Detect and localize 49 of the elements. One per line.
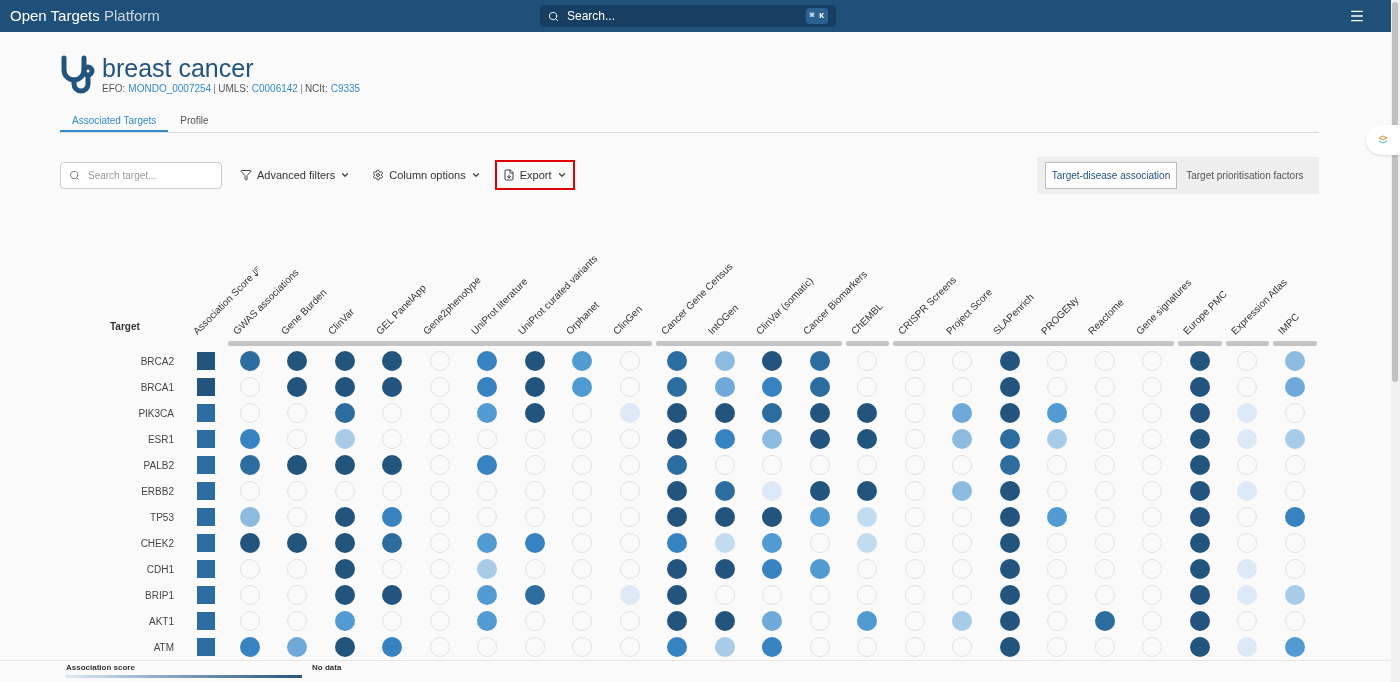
id-label: NCIt:: [304, 82, 328, 96]
caret-icon: [556, 170, 567, 180]
search-placeholder: Search target...: [88, 168, 157, 183]
target-name[interactable]: PIK3CA: [138, 405, 174, 421]
tab[interactable]: Profile: [168, 110, 221, 132]
column-header: Target: [110, 321, 140, 332]
toggle-option[interactable]: Target prioritisation factors: [1179, 161, 1311, 189]
target-name[interactable]: BRCA2: [140, 353, 174, 369]
column-group-bar: [1273, 340, 1317, 346]
target-name[interactable]: CDH1: [146, 561, 174, 577]
id-label: EFO:: [102, 82, 126, 96]
id-link[interactable]: C9335: [330, 82, 361, 96]
search-field[interactable]: Search... ⌘ K: [540, 5, 836, 27]
id-link[interactable]: MONDO_0007254: [128, 82, 212, 96]
legend-label: Association score: [66, 662, 136, 674]
target-name[interactable]: BRIP1: [145, 587, 174, 603]
column-group-bar: [1225, 340, 1269, 346]
caret-icon: [470, 170, 481, 180]
brand-name[interactable]: Open Targets: [10, 6, 100, 24]
id-link[interactable]: C0006142: [251, 82, 298, 96]
toolbar-button[interactable]: Column options: [364, 160, 489, 190]
shortcut-key: ⌘ K: [805, 8, 828, 24]
target-name[interactable]: ERBB2: [141, 483, 174, 499]
caret-icon: [340, 170, 351, 180]
target-name[interactable]: TP53: [150, 509, 174, 525]
filter-icon: [240, 169, 252, 181]
search-icon: [548, 10, 559, 22]
target-name[interactable]: CHEK2: [140, 535, 174, 551]
search-placeholder: Search...: [567, 8, 617, 25]
target-name[interactable]: AKT1: [149, 613, 174, 629]
toggle-option[interactable]: Target-disease association: [1044, 161, 1178, 189]
target-name[interactable]: ESR1: [147, 431, 174, 447]
column-group-bar: [1178, 340, 1222, 346]
brand-subtitle: Platform: [103, 6, 160, 24]
toolbar-button[interactable]: Export: [494, 160, 575, 190]
toolbar-button[interactable]: Advanced filters: [232, 160, 359, 190]
legend-label: No data: [312, 662, 342, 674]
disease-title: breast cancer: [102, 54, 255, 82]
search-icon: [69, 169, 80, 181]
file-download-icon: [502, 169, 515, 181]
target-name[interactable]: BRCA1: [140, 379, 174, 395]
menu-icon[interactable]: [1348, 8, 1365, 24]
layers-icon: [1377, 134, 1389, 146]
tab[interactable]: Associated Targets: [60, 110, 169, 132]
column-group-bar: [845, 340, 889, 346]
id-label: UMLS:: [218, 82, 249, 96]
settings-icon: [372, 169, 385, 181]
target-name[interactable]: PALB2: [143, 457, 174, 473]
target-name[interactable]: ATM: [153, 639, 174, 655]
